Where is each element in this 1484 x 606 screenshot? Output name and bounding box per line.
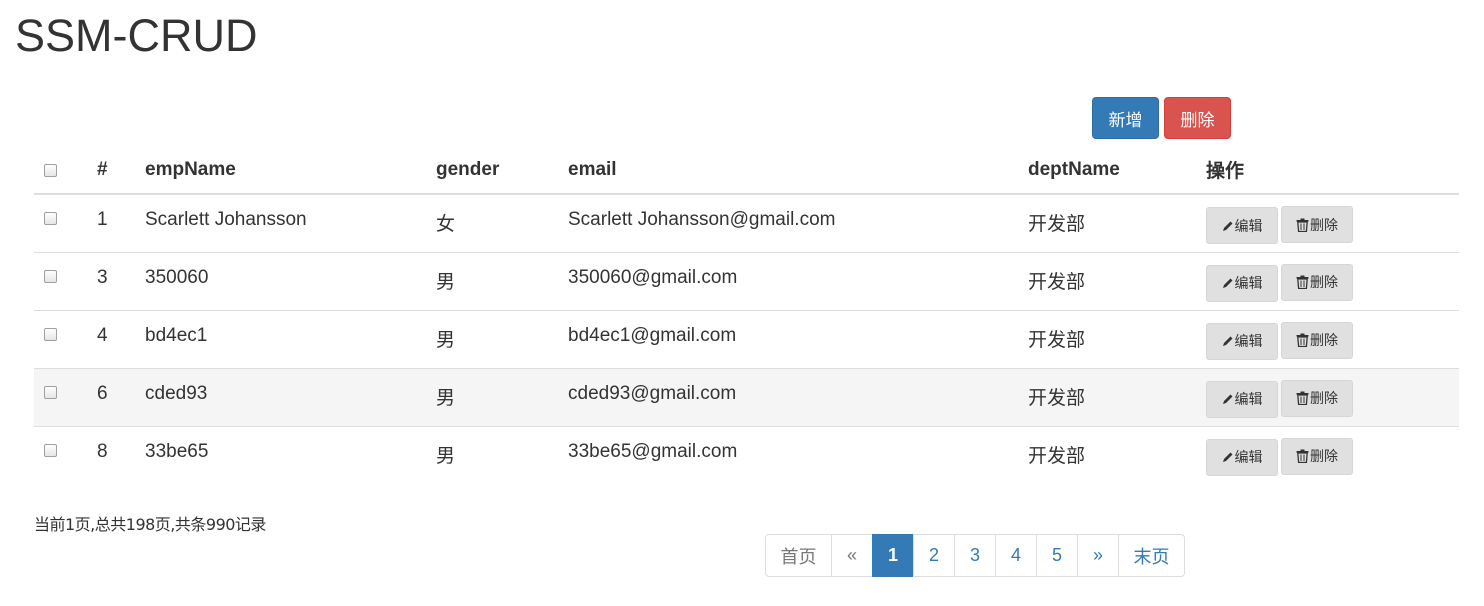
cell-gender: 男 bbox=[436, 367, 568, 426]
cell-empname: cded93 bbox=[145, 367, 436, 426]
trash-icon bbox=[1296, 275, 1310, 289]
trash-icon bbox=[1296, 391, 1310, 405]
pencil-icon bbox=[1222, 393, 1235, 405]
page-next[interactable]: » bbox=[1077, 534, 1119, 577]
cell-deptname: 开发部 bbox=[1028, 309, 1206, 368]
cell-deptname: 开发部 bbox=[1028, 251, 1206, 310]
cell-id: 1 bbox=[79, 193, 145, 252]
cell-empname: 33be65 bbox=[145, 425, 436, 484]
row-checkbox[interactable] bbox=[44, 443, 57, 457]
trash-icon bbox=[1296, 218, 1310, 232]
employee-table: # empName gender email deptName 操作 1 Scar… bbox=[34, 146, 1459, 484]
cell-gender: 男 bbox=[436, 309, 568, 368]
cell-id: 3 bbox=[79, 251, 145, 310]
edit-button-label: 编辑 bbox=[1234, 276, 1263, 292]
cell-email: cded93@gmail.com bbox=[568, 367, 1028, 426]
trash-icon bbox=[1296, 449, 1310, 463]
header-gender: gender bbox=[436, 146, 568, 195]
trash-icon bbox=[1296, 333, 1310, 347]
delete-button-label: 删除 bbox=[1310, 333, 1338, 349]
cell-empname: 350060 bbox=[145, 251, 436, 310]
row-checkbox[interactable] bbox=[44, 269, 57, 283]
delete-button-label: 删除 bbox=[1310, 217, 1338, 234]
page-last[interactable]: 末页 bbox=[1118, 534, 1185, 577]
edit-button-label: 编辑 bbox=[1234, 392, 1263, 408]
edit-button-label: 编辑 bbox=[1234, 450, 1263, 466]
edit-button[interactable]: 编辑 bbox=[1206, 207, 1278, 244]
page-prev[interactable]: « bbox=[831, 534, 873, 577]
cell-id: 6 bbox=[79, 367, 145, 426]
header-email: email bbox=[568, 146, 1028, 195]
page-number-4[interactable]: 4 bbox=[995, 534, 1037, 577]
table-row: 8 33be65 男 33be65@gmail.com 开发部 编辑 删除 bbox=[34, 425, 1459, 484]
cell-id: 4 bbox=[79, 309, 145, 368]
table-row: 4 bd4ec1 男 bd4ec1@gmail.com 开发部 编辑 删除 bbox=[34, 309, 1459, 368]
cell-gender: 女 bbox=[436, 193, 568, 252]
pencil-icon bbox=[1222, 335, 1235, 347]
cell-gender: 男 bbox=[436, 251, 568, 310]
cell-empname: Scarlett Johansson bbox=[145, 193, 436, 252]
page-number-5[interactable]: 5 bbox=[1036, 534, 1078, 577]
table-header-row: # empName gender email deptName 操作 bbox=[34, 146, 1459, 195]
delete-button-label: 删除 bbox=[1310, 391, 1338, 407]
cell-empname: bd4ec1 bbox=[145, 309, 436, 368]
row-checkbox[interactable] bbox=[44, 212, 57, 225]
table-row: 3 350060 男 350060@gmail.com 开发部 编辑 删除 bbox=[34, 251, 1459, 310]
page-first[interactable]: 首页 bbox=[765, 534, 832, 577]
edit-button-label: 编辑 bbox=[1234, 218, 1263, 235]
pencil-icon bbox=[1222, 220, 1235, 232]
cell-email: Scarlett Johansson@gmail.com bbox=[568, 193, 1028, 252]
page-number-2[interactable]: 2 bbox=[913, 534, 955, 577]
select-all-checkbox[interactable] bbox=[44, 164, 57, 177]
cell-email: bd4ec1@gmail.com bbox=[568, 309, 1028, 368]
edit-button[interactable]: 编辑 bbox=[1206, 438, 1278, 476]
header-operations: 操作 bbox=[1206, 146, 1459, 195]
row-checkbox[interactable] bbox=[44, 327, 57, 341]
table-row: 6 cded93 男 cded93@gmail.com 开发部 编辑 删除 bbox=[34, 367, 1459, 426]
pagination: 首页 « 12345 » 末页 bbox=[765, 534, 1185, 577]
page-title: SSM-CRUD bbox=[15, 10, 258, 61]
table-row: 1 Scarlett Johansson 女 Scarlett Johansson@g… bbox=[34, 193, 1459, 252]
delete-button[interactable]: 删除 bbox=[1281, 263, 1353, 301]
cell-email: 33be65@gmail.com bbox=[568, 425, 1028, 484]
header-id: # bbox=[79, 146, 145, 195]
delete-button[interactable]: 删除 bbox=[1281, 206, 1353, 243]
cell-deptname: 开发部 bbox=[1028, 425, 1206, 484]
page-info: 当前1页,总共198页,共条990记录 bbox=[34, 515, 266, 534]
cell-email: 350060@gmail.com bbox=[568, 251, 1028, 310]
add-button[interactable]: 新增 bbox=[1092, 97, 1159, 139]
delete-button[interactable]: 删除 bbox=[1281, 321, 1353, 359]
cell-deptname: 开发部 bbox=[1028, 367, 1206, 426]
row-checkbox[interactable] bbox=[44, 385, 57, 399]
edit-button[interactable]: 编辑 bbox=[1206, 380, 1278, 418]
delete-selected-button[interactable]: 删除 bbox=[1164, 97, 1231, 139]
page-number-1[interactable]: 1 bbox=[872, 534, 914, 577]
cell-id: 8 bbox=[79, 425, 145, 484]
delete-button[interactable]: 删除 bbox=[1281, 379, 1353, 417]
delete-button[interactable]: 删除 bbox=[1281, 437, 1353, 475]
pencil-icon bbox=[1222, 277, 1235, 289]
cell-deptname: 开发部 bbox=[1028, 193, 1206, 252]
edit-button[interactable]: 编辑 bbox=[1206, 322, 1278, 360]
delete-button-label: 删除 bbox=[1310, 275, 1338, 291]
header-empname: empName bbox=[145, 146, 436, 195]
cell-gender: 男 bbox=[436, 425, 568, 484]
edit-button-label: 编辑 bbox=[1234, 334, 1263, 350]
page-number-3[interactable]: 3 bbox=[954, 534, 996, 577]
pencil-icon bbox=[1222, 451, 1235, 463]
delete-button-label: 删除 bbox=[1310, 449, 1338, 465]
header-deptname: deptName bbox=[1028, 146, 1206, 195]
edit-button[interactable]: 编辑 bbox=[1206, 264, 1278, 302]
